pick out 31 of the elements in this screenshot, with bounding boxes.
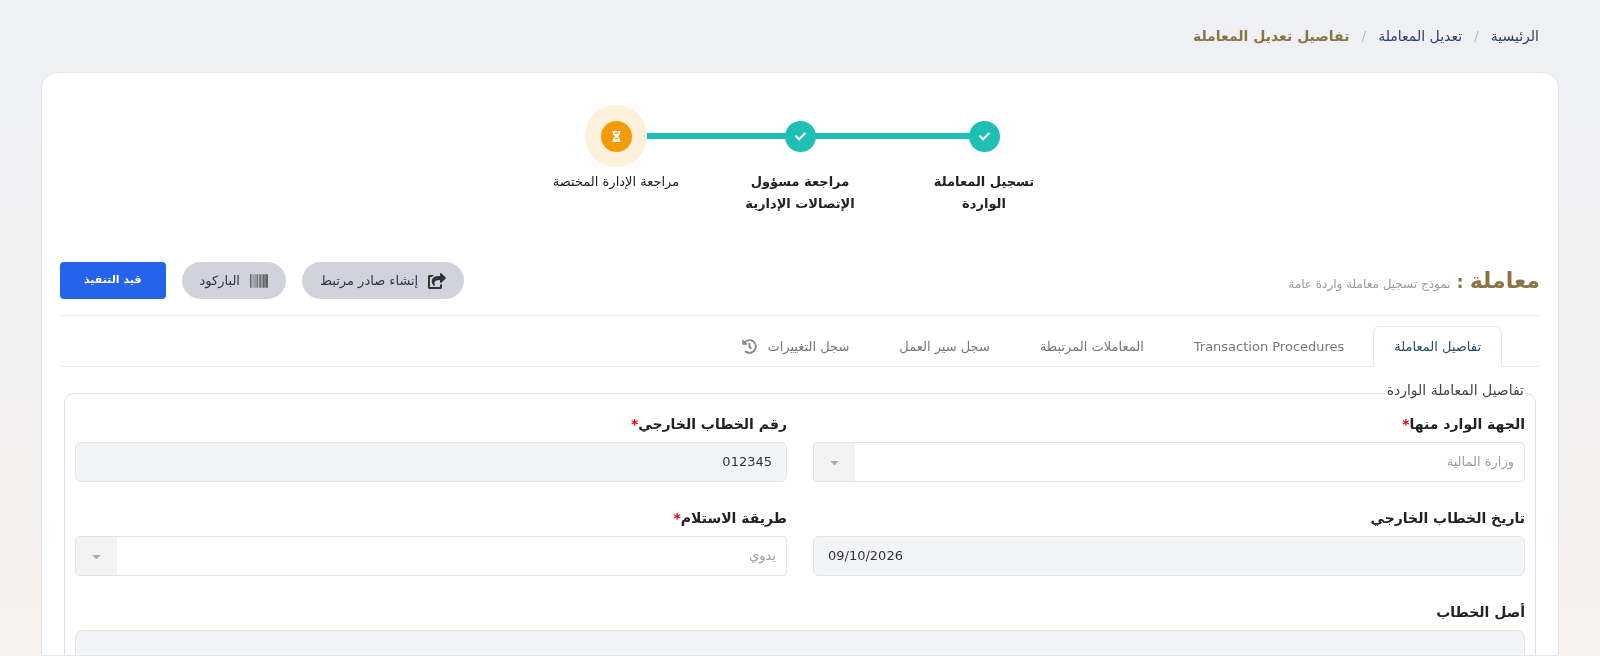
breadcrumb-link[interactable]: تفاصيل تعديل المعاملة	[1192, 25, 1350, 47]
share-icon	[428, 271, 447, 290]
tab[interactable]: سجل التغييرات	[721, 326, 871, 367]
create-linked-button[interactable]: إنشاء صادر مرتبط	[301, 262, 465, 299]
title-separator: :	[1456, 270, 1464, 294]
date-field[interactable]: 09/10/2026	[813, 536, 1525, 576]
barcode-icon	[249, 271, 268, 290]
history-icon	[742, 339, 758, 354]
step-label: مراجعة مسؤول الإتصالات الإدارية	[745, 173, 855, 213]
breadcrumb-link[interactable]: تعديل المعاملة	[1378, 25, 1463, 47]
step-label: تسجيل المعاملة الواردة	[933, 173, 1035, 213]
field-label: طريقة الاستلام*	[672, 509, 787, 528]
breadcrumb-separator: /	[1474, 26, 1479, 46]
tab[interactable]: سجل سير العمل	[878, 326, 1011, 367]
breadcrumb-separator: /	[1361, 26, 1367, 46]
breadcrumb-link[interactable]: الرئيسية	[1490, 25, 1539, 47]
select-field[interactable]: يدوي	[75, 536, 787, 576]
page-title: معاملة	[1469, 267, 1540, 295]
field-label: الجهة الوارد منها*	[1401, 415, 1525, 434]
field-label: أصل الخطاب	[1435, 602, 1525, 622]
select-field[interactable]: وزارة المالية	[813, 442, 1525, 482]
page-subtitle: نموذج تسجيل معاملة واردة عامة	[1288, 276, 1451, 293]
tab[interactable]: Transaction Procedures	[1172, 326, 1366, 367]
field-label: رقم الخطاب الخارجي*	[629, 415, 787, 434]
field-label: تاريخ الخطاب الخارجي	[1369, 509, 1525, 528]
barcode-button[interactable]: الباركود	[181, 262, 286, 299]
status-button[interactable]: قيد التنفيذ	[60, 262, 166, 299]
step-label: مراجعة الإدارة المختصة	[552, 173, 680, 191]
tab[interactable]: المعاملات المرتبطة	[1018, 326, 1165, 367]
tab[interactable]: تفاصيل المعاملة	[1373, 326, 1502, 367]
input-field[interactable]: 012345	[75, 442, 787, 482]
